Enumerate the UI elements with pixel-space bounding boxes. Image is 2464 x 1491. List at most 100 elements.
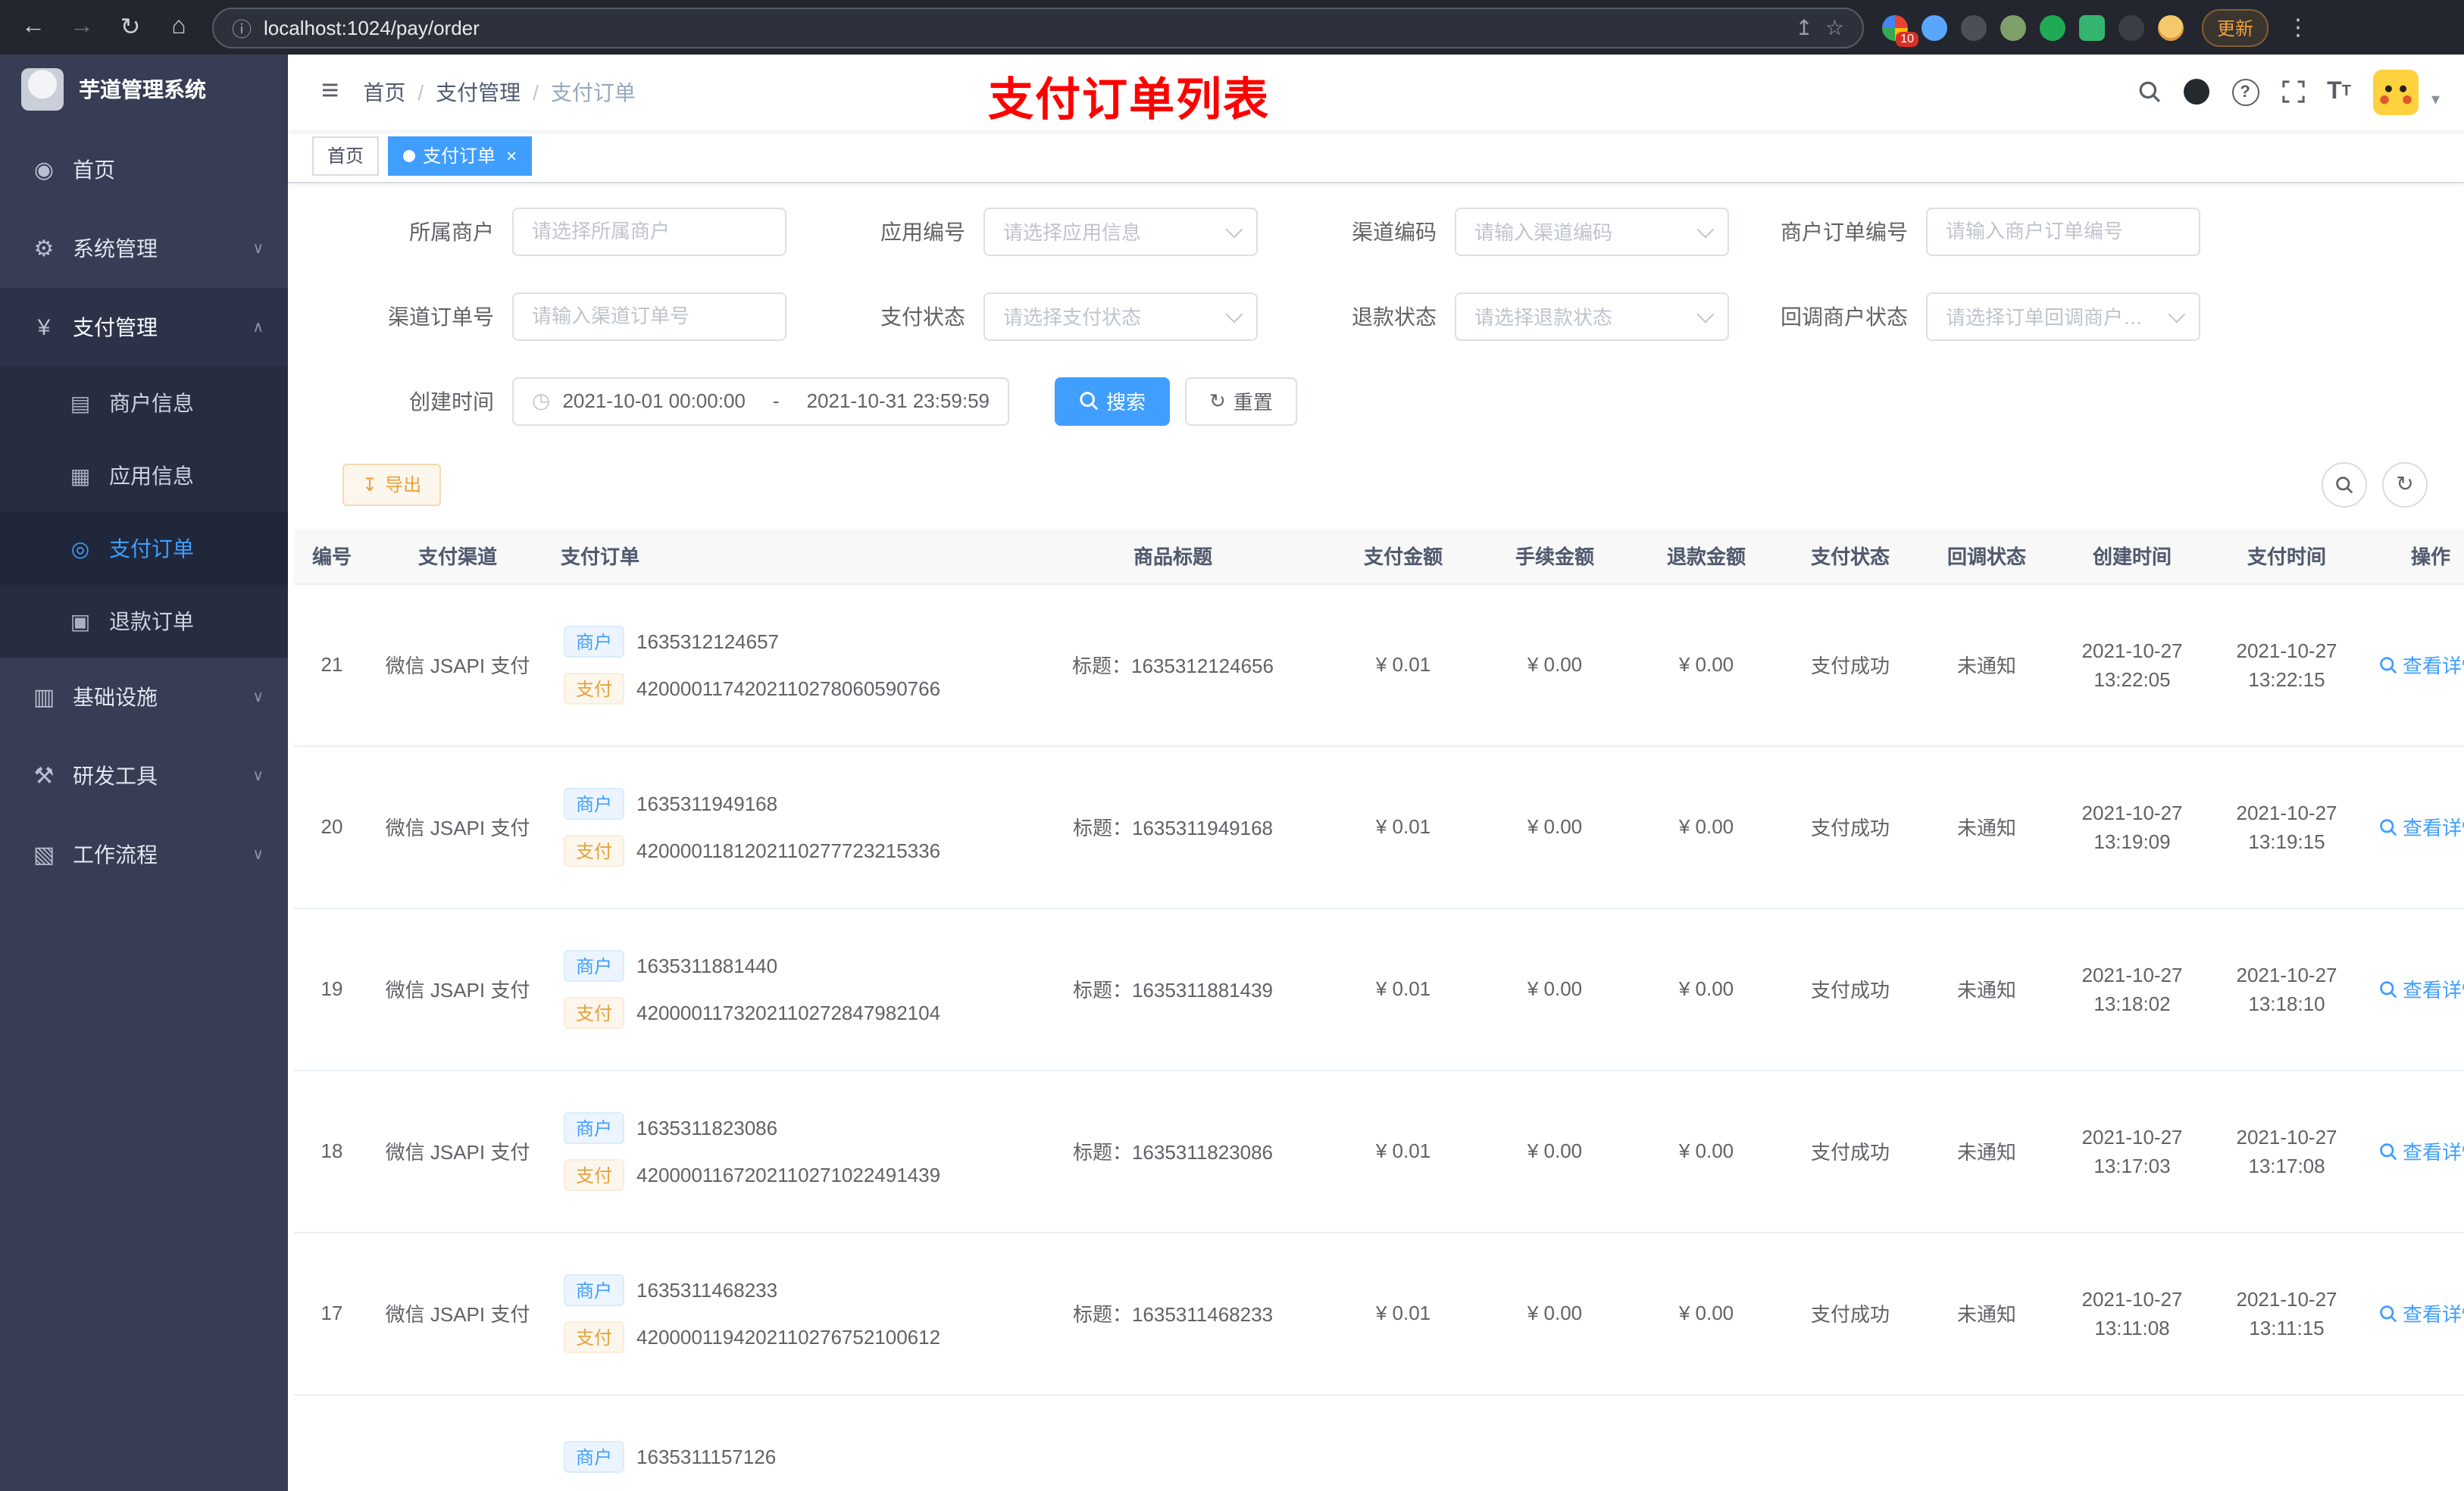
- target-icon: ◎: [70, 536, 90, 560]
- pay-tag: 支付: [564, 1158, 625, 1191]
- address-bar[interactable]: ⓘ localhost:1024/pay/order ↥ ☆: [212, 7, 1864, 48]
- sidebar-item-system[interactable]: ⚙ 系统管理 ∨: [0, 209, 288, 288]
- card-icon: ▤: [70, 390, 91, 414]
- filter-pay-status: 支付状态 请选择支付状态: [814, 292, 1258, 341]
- col-id: 编号: [294, 528, 370, 585]
- chevron-down-icon: ∨: [252, 767, 264, 784]
- github-icon[interactable]: [2183, 79, 2209, 105]
- sidebar-item-refund-order[interactable]: ▣ 退款订单: [0, 585, 288, 658]
- fullscreen-icon[interactable]: [2281, 81, 2304, 104]
- chevron-down-icon: [1696, 220, 1715, 239]
- pay-status-select[interactable]: 请选择支付状态: [983, 292, 1258, 341]
- view-detail-link[interactable]: 查看详情: [2380, 1299, 2464, 1328]
- tag-pay-order[interactable]: 支付订单 ×: [388, 136, 533, 176]
- extension-icon[interactable]: [1961, 14, 1987, 40]
- browser-forward-icon[interactable]: →: [67, 14, 97, 41]
- font-size-icon[interactable]: TT: [2327, 79, 2351, 106]
- browser-home-icon[interactable]: ⌂: [164, 14, 194, 41]
- sidebar-group-pay: ¥ 支付管理 ∧ ▤ 商户信息 ▦ 应用信息 ◎ 支付订单 ▣ 退款订单: [0, 288, 288, 658]
- merchant-input[interactable]: [512, 207, 786, 256]
- sidebar-item-workflow[interactable]: ▧ 工作流程 ∨: [0, 815, 288, 894]
- date-range-picker[interactable]: ◷ 2021-10-01 00:00:00 - 2021-10-31 23:59…: [512, 377, 1009, 426]
- breadcrumb-pay[interactable]: 支付管理: [436, 77, 521, 108]
- share-icon[interactable]: ↥: [1795, 14, 1812, 40]
- merchant-tag: 商户: [564, 1274, 625, 1306]
- sidebar-item-app-info[interactable]: ▦ 应用信息: [0, 439, 288, 512]
- refund-status-select[interactable]: 请选择退款状态: [1455, 292, 1729, 341]
- pay-tag: 支付: [564, 834, 625, 867]
- export-button[interactable]: ↧ 导出: [342, 463, 442, 506]
- chevron-down-icon: [1225, 305, 1243, 324]
- sidebar-item-home[interactable]: ◉ 首页: [0, 130, 288, 209]
- avatar-caret-icon[interactable]: ▾: [2431, 90, 2440, 110]
- merchant-tag: 商户: [564, 787, 625, 820]
- merchant-tag: 商户: [564, 625, 625, 658]
- reset-button[interactable]: ↻ 重置: [1185, 377, 1297, 426]
- filter-row-1: 所属商户 应用编号 请选择应用信息 渠道编码 请输入渠道编码: [342, 207, 2434, 256]
- merchant-tag: 商户: [564, 1441, 625, 1474]
- pay-order-line: 支付 4200001174202110278060590766: [549, 670, 1015, 707]
- col-pay-status: 支付状态: [1782, 528, 1918, 585]
- extension-icon[interactable]: [1921, 14, 1947, 40]
- breadcrumb-home[interactable]: 首页: [363, 77, 405, 108]
- sidebar-item-pay-order[interactable]: ◎ 支付订单: [0, 512, 288, 585]
- view-detail-link[interactable]: 查看详情: [2380, 651, 2464, 680]
- yen-icon: ¥: [37, 314, 51, 340]
- browser-menu-icon[interactable]: ⋮: [2287, 14, 2309, 41]
- merchant-order-line: 商户 1635311949168: [549, 786, 1015, 822]
- pay-tag: 支付: [564, 672, 625, 705]
- bookmark-star-icon[interactable]: ☆: [1825, 14, 1844, 40]
- tag-home[interactable]: 首页: [312, 136, 380, 176]
- user-avatar[interactable]: [2373, 69, 2419, 115]
- search-icon[interactable]: [2137, 81, 2160, 104]
- pin-extension-icon[interactable]: [2118, 14, 2144, 40]
- merchant-order-line: 商户 1635311468233: [549, 1272, 1015, 1308]
- browser-refresh-icon[interactable]: ↻: [115, 12, 145, 42]
- app-title: 芋道管理系统: [79, 77, 206, 102]
- app-select[interactable]: 请选择应用信息: [983, 207, 1258, 256]
- active-dot: [403, 149, 416, 162]
- gear-icon: ⚙: [33, 236, 55, 262]
- extension-icon[interactable]: [2079, 14, 2105, 40]
- view-detail-link[interactable]: 查看详情: [2380, 813, 2464, 842]
- toolbar-right: ↻: [2322, 461, 2434, 508]
- close-icon[interactable]: ×: [506, 145, 517, 167]
- search-icon: [2381, 819, 2398, 836]
- help-icon[interactable]: ?: [2231, 78, 2259, 106]
- search-icon: [2381, 1305, 2398, 1323]
- col-action: 操作: [2364, 528, 2464, 585]
- channel-code-select[interactable]: 请输入渠道编码: [1455, 207, 1729, 256]
- breadcrumb-separator: /: [417, 80, 424, 105]
- col-amount: 支付金额: [1327, 528, 1479, 585]
- refresh-table-icon[interactable]: ↻: [2382, 461, 2428, 508]
- browser-chrome: ← → ↻ ⌂ ⓘ localhost:1024/pay/order ↥ ☆ 1…: [0, 0, 2464, 55]
- pay-order-line: 支付 4200001173202110272847982104: [549, 995, 1015, 1031]
- extension-icon[interactable]: 10: [1882, 14, 1918, 46]
- app-logo[interactable]: 芋道管理系统: [0, 55, 288, 124]
- top-navbar: ≡ 首页 / 支付管理 / 支付订单 支付订单列表 ? T T ▾: [288, 55, 2464, 130]
- view-detail-link[interactable]: 查看详情: [2380, 1137, 2464, 1166]
- col-notify-status: 回调状态: [1918, 528, 2055, 585]
- sidebar-item-merchant-info[interactable]: ▤ 商户信息: [0, 367, 288, 439]
- pay-order-line: 支付 4200001181202110277723215336: [549, 833, 1015, 869]
- profile-avatar-icon[interactable]: [2158, 14, 2184, 40]
- browser-update-button[interactable]: 更新: [2202, 8, 2269, 46]
- sidebar-item-pay[interactable]: ¥ 支付管理 ∧: [0, 288, 288, 367]
- extension-icon[interactable]: [2040, 14, 2065, 40]
- search-button[interactable]: 搜索: [1055, 377, 1171, 426]
- sidebar-item-infra[interactable]: ▥ 基础设施 ∨: [0, 658, 288, 736]
- order-rows: 21 微信 JSAPI 支付 商户 1635312124657 支付 42000…: [294, 583, 2464, 1491]
- view-detail-link[interactable]: 查看详情: [2380, 975, 2464, 1004]
- merchant-order-line: 商户 1635312124657: [549, 624, 1015, 660]
- clock-icon: ◷: [532, 388, 551, 413]
- sidebar-item-devtools[interactable]: ⚒ 研发工具 ∨: [0, 736, 288, 815]
- browser-back-icon[interactable]: ←: [18, 14, 48, 41]
- merchant-order-no-input[interactable]: [1926, 207, 2200, 256]
- merchant-order-line: 商户 1635311823086: [549, 1110, 1015, 1146]
- hamburger-icon[interactable]: ≡: [309, 75, 351, 110]
- extension-icon[interactable]: [2000, 14, 2026, 40]
- channel-order-no-input[interactable]: [512, 292, 786, 341]
- notify-status-select[interactable]: 请选择订单回调商户状态: [1926, 292, 2200, 341]
- toggle-search-icon[interactable]: [2322, 461, 2367, 508]
- site-info-icon[interactable]: ⓘ: [232, 13, 252, 42]
